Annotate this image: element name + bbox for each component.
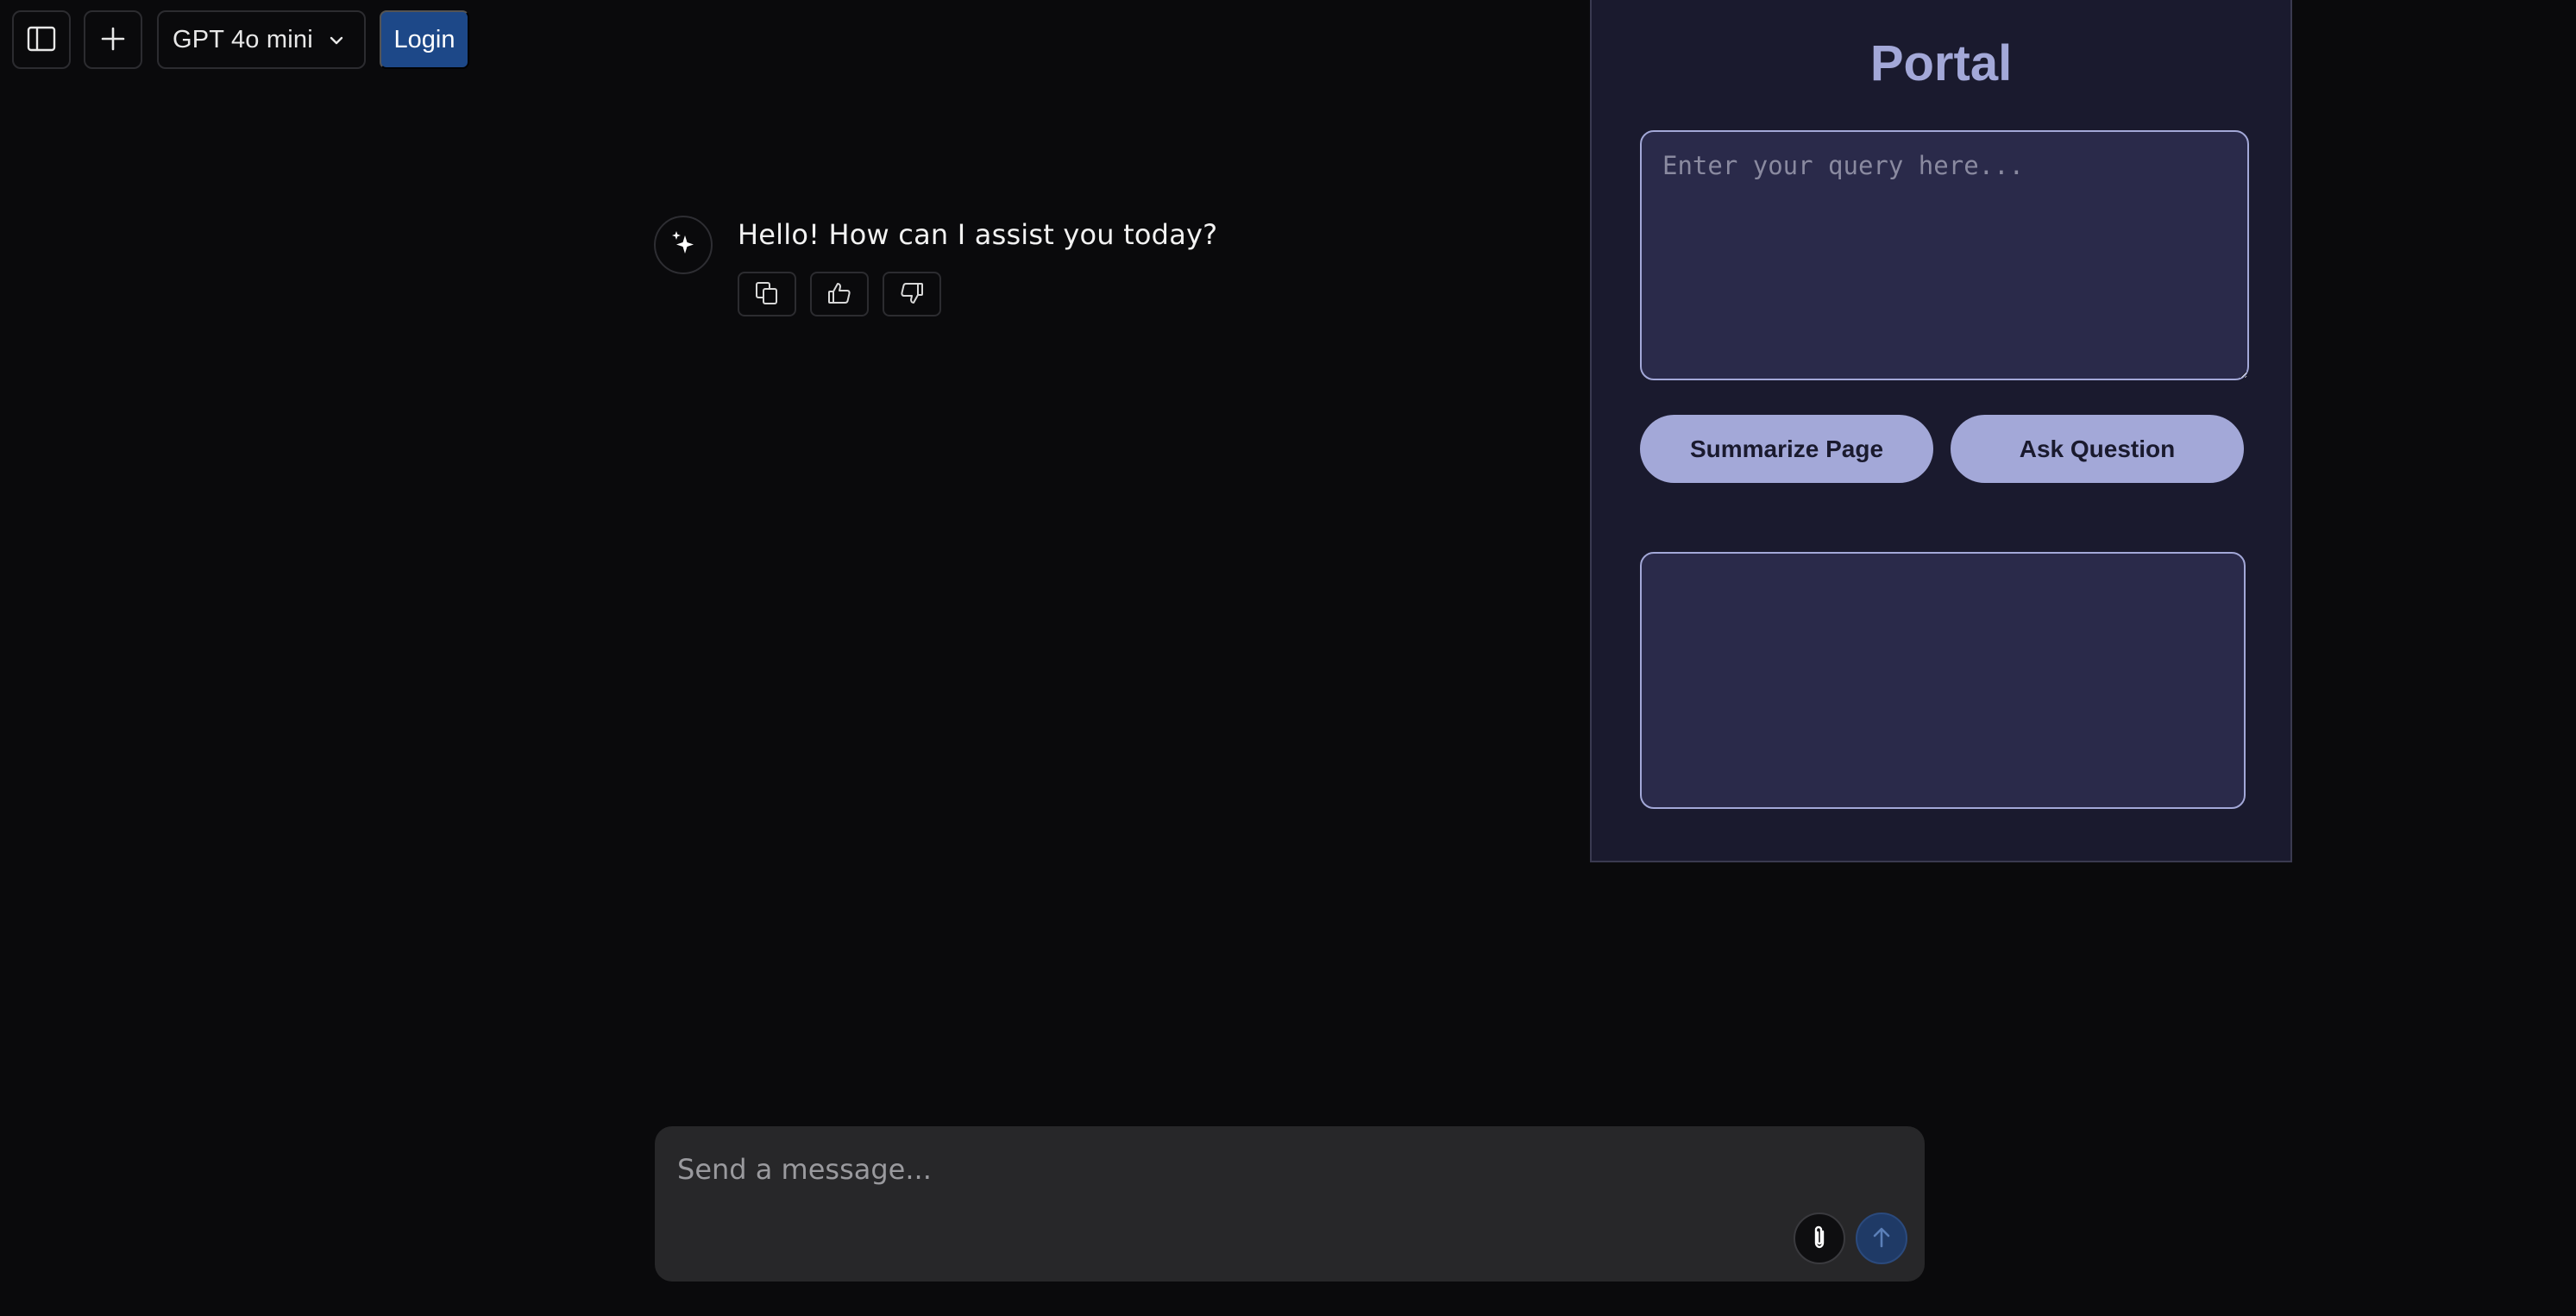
portal-panel: Portal Summarize Page Ask Question bbox=[1590, 0, 2292, 862]
message-composer bbox=[655, 1126, 1925, 1282]
portal-title: Portal bbox=[1869, 35, 2013, 91]
model-selector[interactable]: GPT 4o mini bbox=[157, 10, 366, 69]
chat-app: GPT 4o mini Login Hello! How can I assis… bbox=[0, 0, 2576, 1316]
sidebar-icon bbox=[27, 26, 56, 54]
ask-question-button[interactable]: Ask Question bbox=[1951, 415, 2244, 483]
copy-button[interactable] bbox=[738, 272, 796, 316]
paperclip-icon bbox=[1807, 1224, 1831, 1254]
summarize-page-button[interactable]: Summarize Page bbox=[1640, 415, 1933, 483]
sidebar-toggle-button[interactable] bbox=[12, 10, 71, 69]
portal-query-input[interactable] bbox=[1640, 130, 2249, 380]
arrow-up-icon bbox=[1869, 1225, 1894, 1252]
copy-icon bbox=[754, 280, 780, 309]
thumbs-down-button[interactable] bbox=[883, 272, 941, 316]
login-button[interactable]: Login bbox=[380, 10, 469, 69]
plus-icon bbox=[100, 26, 126, 54]
thumbs-up-icon bbox=[826, 280, 852, 309]
message-input[interactable] bbox=[677, 1144, 1799, 1195]
portal-output-box bbox=[1640, 552, 2246, 809]
thumbs-up-button[interactable] bbox=[810, 272, 869, 316]
assistant-avatar bbox=[654, 216, 713, 274]
assistant-message-text: Hello! How can I assist you today? bbox=[738, 218, 1218, 251]
attach-file-button[interactable] bbox=[1794, 1213, 1845, 1264]
model-selector-label: GPT 4o mini bbox=[173, 25, 313, 53]
sparkles-icon bbox=[669, 229, 698, 261]
chevron-down-icon bbox=[328, 32, 345, 52]
new-chat-button[interactable] bbox=[84, 10, 142, 69]
send-button[interactable] bbox=[1856, 1213, 1907, 1264]
thumbs-down-icon bbox=[899, 280, 925, 309]
